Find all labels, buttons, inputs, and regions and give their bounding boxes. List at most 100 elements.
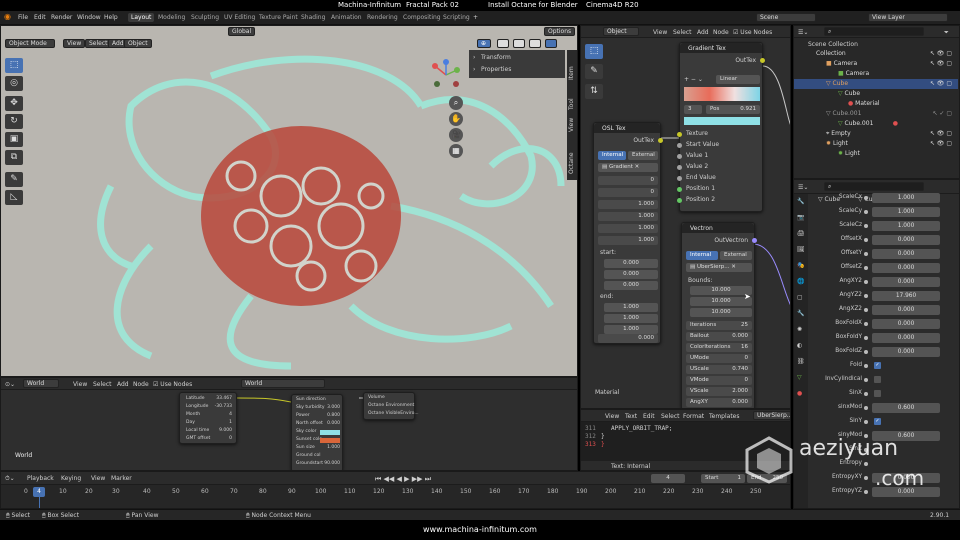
outliner-item-empty[interactable]: ⌖ Empty ↖ 👁 ▢ — [794, 129, 958, 139]
viewport-menu-view[interactable]: View — [63, 39, 86, 48]
input-socket-p2[interactable] — [677, 198, 682, 203]
timeline-editor-icon[interactable]: ⏱⌄ — [5, 475, 15, 483]
camera-view-icon[interactable]: 🎥 — [449, 128, 463, 142]
prop-row[interactable]: AngYZ2 17.960 — [794, 290, 958, 302]
prop-row[interactable]: OffsetX 0.000 — [794, 234, 958, 246]
osl-param-type-value[interactable]: 0 — [598, 176, 658, 185]
daylight-row[interactable]: Day 1 — [183, 420, 235, 427]
orientation-dropdown[interactable]: Global — [228, 27, 256, 36]
daylight-env-node[interactable]: Sun direction Sky turbidity 3.000 Power 0.… — [291, 394, 343, 470]
prop-row[interactable]: ScaleCz 1.000 — [794, 220, 958, 232]
osl-end-x[interactable]: 1.000 — [604, 303, 658, 312]
text-menu-format[interactable]: Format — [683, 413, 704, 420]
env-row[interactable]: Sun direction — [294, 397, 342, 404]
env-row[interactable]: Groundstart 90.000 — [294, 461, 342, 468]
gradient-tex-out-socket[interactable] — [760, 58, 765, 63]
transform-tool-icon[interactable]: ⧉ — [5, 150, 23, 165]
tab-compositing[interactable]: Compositing — [400, 13, 444, 22]
input-socket-p1[interactable] — [677, 187, 682, 192]
osl-param-radius-value[interactable]: 1.000 — [598, 236, 658, 245]
osl-tex-node[interactable]: OSL Tex OutTex Internal External ▤ Gradi… — [593, 122, 663, 344]
outliner-item-camera-data[interactable]: ■ Camera — [794, 69, 958, 79]
code-line[interactable]: APPLY_ORBIT_TRAP; — [611, 425, 672, 432]
tab-texture-paint[interactable]: Texture Paint — [256, 13, 301, 22]
code-line[interactable]: } — [601, 441, 605, 448]
input-socket-v1[interactable] — [677, 154, 682, 159]
vectron-out-socket[interactable] — [752, 238, 757, 243]
prop-row[interactable]: AngXY2 0.000 — [794, 276, 958, 288]
outliner-item-material[interactable]: ● Material — [794, 99, 958, 109]
sinx-checkbox[interactable] — [874, 390, 881, 397]
outliner-item-light[interactable]: ✹ Light ↖ 👁 ▢ — [794, 139, 958, 149]
text-menu-edit[interactable]: Edit — [643, 413, 655, 420]
daylight-row[interactable]: Longitude -30.733 — [183, 404, 235, 411]
navigation-gizmo-icon[interactable] — [429, 58, 463, 92]
measure-tool-icon[interactable]: ◺ — [5, 190, 23, 205]
outliner-item-collection[interactable]: Collection ↖ 👁 ▢ — [794, 49, 958, 59]
text-menu-templates[interactable]: Templates — [709, 413, 740, 420]
add-workspace-icon[interactable]: + — [473, 14, 478, 21]
world-output-node[interactable]: Volume Octane Environment Octane Visible… — [363, 392, 419, 420]
prop-row[interactable]: BoxFoldY 0.000 — [794, 332, 958, 344]
env-row[interactable]: Power 0.800 — [294, 413, 342, 420]
menu-render[interactable]: Render — [51, 14, 72, 21]
world-node-editor[interactable]: ⊙⌄ World View Select Add Node ☑ Use Node… — [0, 377, 578, 471]
osl-start-y[interactable]: 0.000 — [604, 270, 658, 279]
siny-checkbox[interactable]: ✓ — [874, 418, 881, 425]
timeline[interactable]: ⏱⌄ Playback Keying View Marker ⏮ ◀◀ ◀ ▶ … — [0, 471, 791, 509]
vectron-tab-internal[interactable]: Internal — [686, 251, 718, 260]
timeline-menu-playback[interactable]: Playback — [27, 475, 54, 482]
osl-script-selector[interactable]: ▤ Gradient ✕ — [598, 163, 658, 172]
menu-help[interactable]: Help — [104, 14, 118, 21]
tab-octane[interactable]: Octane — [568, 152, 575, 174]
env-row[interactable]: Sunset colo — [294, 437, 342, 444]
playhead[interactable]: 4 — [33, 487, 45, 497]
menu-file[interactable]: File — [18, 14, 28, 21]
osl-param-gamma-value[interactable]: 1.000 — [598, 212, 658, 221]
prop-row[interactable]: SinX — [794, 388, 958, 400]
fold-checkbox[interactable]: ✓ — [874, 362, 881, 369]
prop-row[interactable]: SinY ✓ — [794, 416, 958, 428]
stop-color-swatch[interactable] — [684, 117, 760, 125]
prop-row[interactable]: AngXZ2 0.000 — [794, 304, 958, 316]
visibility-icon[interactable]: ↖ 👁 ▢ — [930, 79, 952, 89]
scene-selector[interactable]: Scene — [756, 13, 816, 22]
tab-uv-editing[interactable]: UV Editing — [221, 13, 258, 22]
env-row[interactable]: Sun size 1.000 — [294, 445, 342, 452]
pos-field[interactable]: Pos 0.921 — [706, 105, 760, 114]
osl-param-angle-value[interactable]: 1.000 — [598, 200, 658, 209]
cursor-tool-icon[interactable]: ◎ — [5, 76, 23, 91]
tab-animation[interactable]: Animation — [328, 13, 365, 22]
perspective-grid-icon[interactable]: ▦ — [449, 144, 463, 158]
env-row[interactable]: North offset 0.000 — [294, 421, 342, 428]
blender-logo-icon[interactable]: ◉ — [4, 12, 11, 21]
osl-end-y[interactable]: 1.000 — [604, 314, 658, 323]
tab-view[interactable]: View — [568, 118, 575, 132]
input-socket-start[interactable] — [677, 143, 682, 148]
stop-index-field[interactable]: 3 — [684, 105, 702, 114]
vectron-param-row[interactable]: Bailout 0.000 — [686, 332, 752, 341]
outliner-search-input[interactable]: ⌕ — [824, 27, 924, 36]
options-dropdown[interactable]: Options — [544, 27, 576, 36]
vectron-script-selector[interactable]: ▤ UberSierp... ✕ — [686, 263, 752, 272]
pan-hand-icon[interactable]: ✋ — [449, 112, 463, 126]
sky-color-swatch[interactable] — [320, 430, 340, 435]
input-socket-end[interactable] — [677, 176, 682, 181]
vectron-param-row[interactable]: VMode 0 — [686, 376, 752, 385]
rotate-tool-icon[interactable]: ↻ — [5, 114, 23, 129]
tab-sculpting[interactable]: Sculpting — [188, 13, 222, 22]
input-socket-texture[interactable] — [677, 132, 682, 137]
move-tool-icon[interactable]: ✥ — [5, 96, 23, 111]
properties-panel[interactable]: Properties — [481, 66, 511, 73]
shader-node-editor[interactable]: Object View Select Add Node ☑ Use Nodes … — [580, 25, 791, 409]
prop-row[interactable]: OffsetY 0.000 — [794, 248, 958, 260]
annotate-tool-icon[interactable]: ✎ — [5, 172, 23, 187]
code-line[interactable]: } — [601, 433, 605, 440]
outliner-item-cube001[interactable]: ▽ Cube.001 ↖ ✓ ▢ — [794, 109, 958, 119]
outliner-item-cube[interactable]: ▽ Cube ↖ 👁 ▢ — [794, 79, 958, 89]
env-row[interactable]: Sky color — [294, 429, 342, 436]
object-mode-dropdown[interactable]: Object Mode — [5, 39, 55, 48]
timeline-menu-marker[interactable]: Marker — [111, 475, 132, 482]
text-menu-text[interactable]: Text — [625, 413, 637, 420]
text-menu-view[interactable]: View — [605, 413, 619, 420]
